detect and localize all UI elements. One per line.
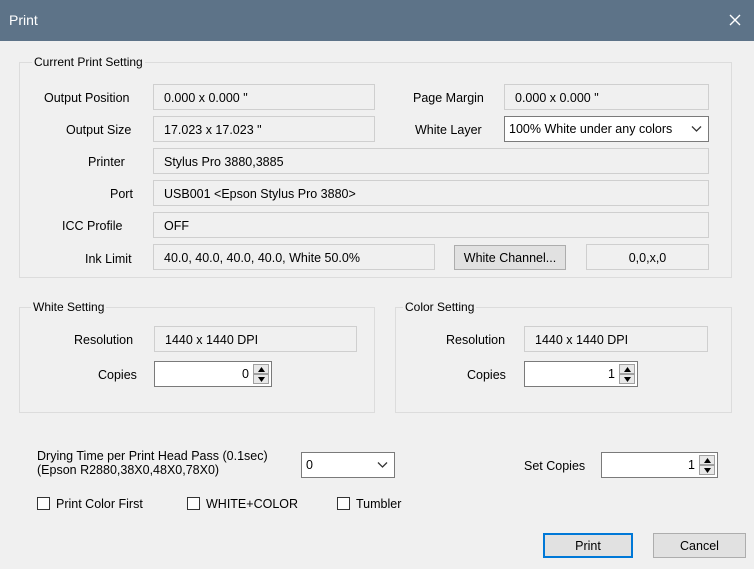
color-copies-arrows [619, 364, 635, 384]
drying-time-sublabel: (Epson R2880,38X0,48X0,78X0) [37, 463, 220, 477]
color-resolution-label: Resolution [446, 333, 506, 347]
drying-time-label: Drying Time per Print Head Pass (0.1sec) [37, 449, 268, 463]
triangle-up-icon [704, 458, 711, 463]
output-size-label: Output Size [66, 123, 132, 137]
triangle-up-icon [258, 367, 265, 372]
white-layer-label: White Layer [415, 123, 482, 137]
triangle-down-icon [624, 377, 631, 382]
chevron-down-icon [377, 462, 388, 468]
color-setting-group [395, 307, 732, 413]
white-copies-value: 0 [242, 367, 249, 381]
page-margin-field: 0.000 x 0.000 " [504, 84, 709, 110]
white-copies-arrows [253, 364, 269, 384]
print-color-first-checkbox[interactable]: Print Color First [37, 497, 167, 513]
spin-down-button[interactable] [619, 374, 635, 384]
output-position-label: Output Position [44, 91, 130, 105]
white-resolution-field: 1440 x 1440 DPI [154, 326, 357, 352]
white-layer-value: 100% White under any colors [509, 122, 673, 136]
printer-label: Printer [88, 155, 125, 169]
checkbox-box[interactable] [337, 497, 350, 510]
page-margin-label: Page Margin [413, 91, 484, 105]
white-setting-label: White Setting [31, 300, 107, 314]
print-button[interactable]: Print [543, 533, 633, 558]
white-color-checkbox[interactable]: WHITE+COLOR [187, 497, 317, 513]
output-position-field: 0.000 x 0.000 " [153, 84, 375, 110]
spin-down-button[interactable] [699, 465, 715, 475]
close-icon[interactable] [724, 9, 746, 31]
white-copies-stepper[interactable]: 0 [154, 361, 272, 387]
ink-limit-field: 40.0, 40.0, 40.0, 40.0, White 50.0% [153, 244, 435, 270]
set-copies-stepper[interactable]: 1 [601, 452, 718, 478]
spin-up-button[interactable] [253, 364, 269, 374]
cancel-button[interactable]: Cancel [653, 533, 746, 558]
port-label: Port [110, 187, 133, 201]
color-copies-stepper[interactable]: 1 [524, 361, 638, 387]
title-bar: Print [0, 0, 754, 41]
white-channel-button[interactable]: White Channel... [454, 245, 566, 270]
white-resolution-label: Resolution [74, 333, 134, 347]
icc-profile-label: ICC Profile [62, 219, 123, 233]
color-resolution-field: 1440 x 1440 DPI [524, 326, 708, 352]
triangle-up-icon [624, 367, 631, 372]
triangle-down-icon [704, 468, 711, 473]
set-copies-value: 1 [688, 458, 695, 472]
current-print-setting-label: Current Print Setting [32, 55, 145, 69]
tumbler-label: Tumbler [356, 497, 402, 511]
spin-up-button[interactable] [699, 455, 715, 465]
chevron-down-icon [691, 126, 702, 132]
printer-field: Stylus Pro 3880,3885 [153, 148, 709, 174]
white-channel-value: 0,0,x,0 [586, 244, 709, 270]
color-copies-value: 1 [608, 367, 615, 381]
port-field: USB001 <Epson Stylus Pro 3880> [153, 180, 709, 206]
ink-limit-label: Ink Limit [85, 252, 132, 266]
spin-down-button[interactable] [253, 374, 269, 384]
white-copies-label: Copies [98, 368, 137, 382]
drying-time-value: 0 [306, 458, 313, 472]
window-title: Print [9, 12, 38, 28]
drying-time-select[interactable]: 0 [301, 452, 395, 478]
set-copies-label: Set Copies [524, 459, 586, 473]
print-color-first-label: Print Color First [56, 497, 143, 511]
spin-up-button[interactable] [619, 364, 635, 374]
checkbox-box[interactable] [187, 497, 200, 510]
output-size-field: 17.023 x 17.023 " [153, 116, 375, 142]
checkbox-box[interactable] [37, 497, 50, 510]
icc-profile-field: OFF [153, 212, 709, 238]
triangle-down-icon [258, 377, 265, 382]
color-copies-label: Copies [467, 368, 506, 382]
color-setting-label: Color Setting [403, 300, 477, 314]
white-layer-select[interactable]: 100% White under any colors [504, 116, 709, 142]
white-setting-group [19, 307, 375, 413]
white-color-label: WHITE+COLOR [206, 497, 299, 511]
tumbler-checkbox[interactable]: Tumbler [337, 497, 417, 513]
set-copies-arrows [699, 455, 715, 475]
